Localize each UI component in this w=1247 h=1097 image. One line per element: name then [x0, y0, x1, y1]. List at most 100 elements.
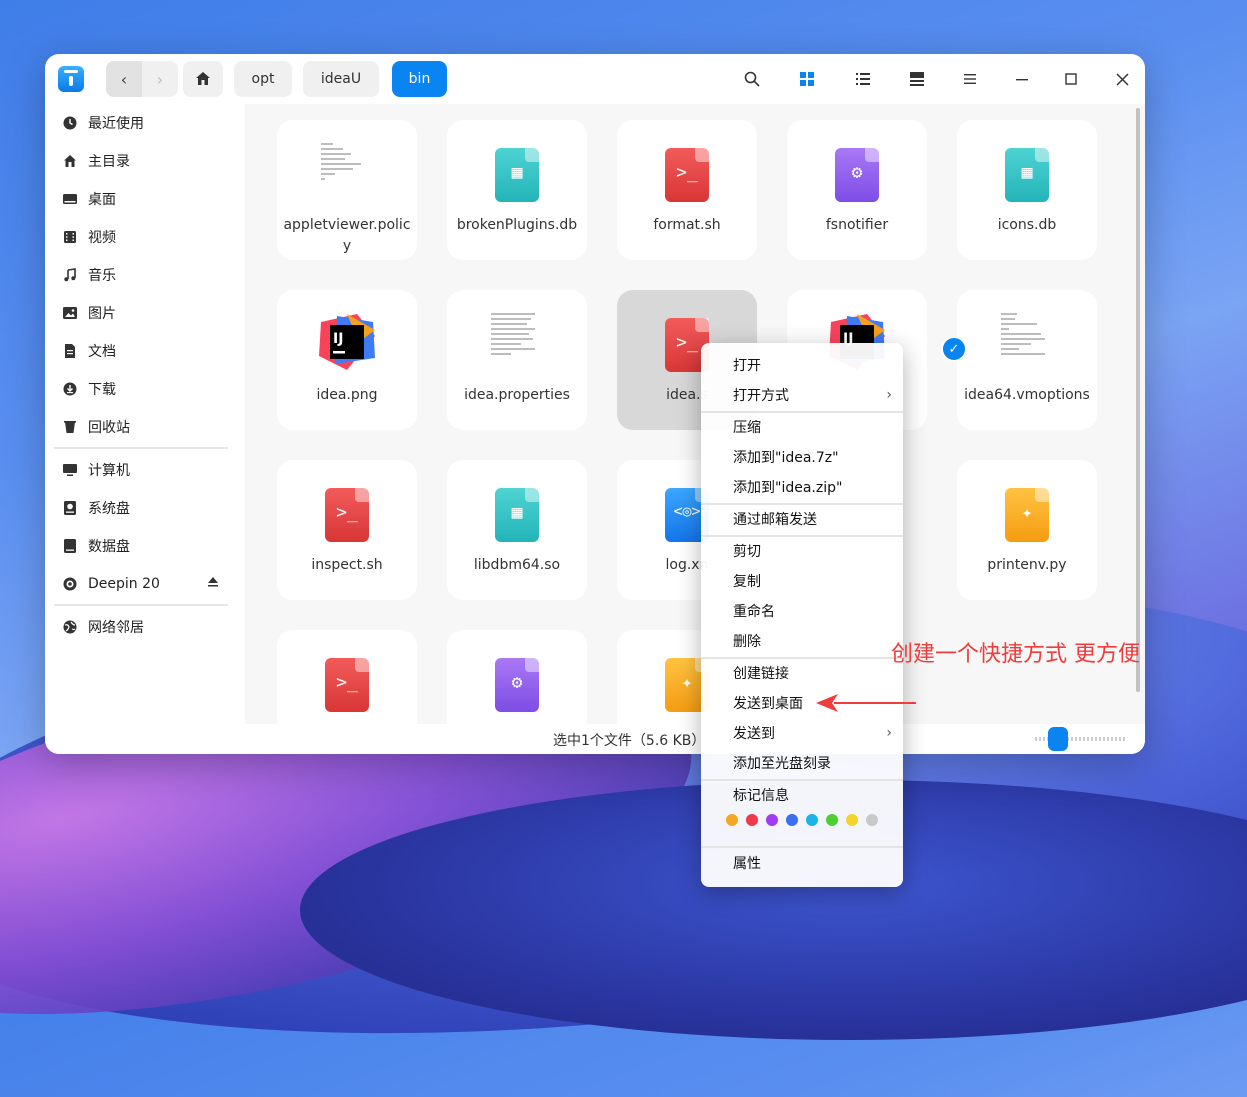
executable-gear-icon: ⚙: [495, 658, 539, 712]
menu-item-create-link[interactable]: 创建链接: [733, 658, 898, 688]
tag-color-gray[interactable]: [866, 814, 878, 826]
maximize-button[interactable]: [1059, 67, 1083, 91]
sidebar-item-label: 下载: [88, 382, 116, 398]
file-grid: appletviewer.policy ▦ brokenPlugins.db >…: [245, 104, 1145, 724]
file-item[interactable]: >_: [277, 630, 417, 724]
menu-item-add-zip[interactable]: 添加到"idea.zip": [733, 472, 898, 502]
menu-item-send-mail[interactable]: 通过邮箱发送: [733, 504, 898, 534]
vertical-scrollbar[interactable]: [1136, 108, 1140, 692]
sidebar-item-label: 图片: [88, 306, 116, 322]
sidebar-item-data-disk[interactable]: 数据盘: [63, 531, 130, 561]
selection-status: 选中1个文件（5.6 KB）: [553, 733, 706, 749]
clock-icon: [63, 116, 77, 130]
sidebar: 最近使用 主目录 桌面 视频 音乐 图片 文档 下载 回收站 计算机 系统盘 数…: [45, 104, 245, 754]
menu-item-open[interactable]: 打开: [733, 350, 898, 380]
breadcrumb-ideau[interactable]: ideaU: [303, 61, 379, 97]
globe-icon: [63, 620, 77, 634]
file-item[interactable]: ⚙: [447, 630, 587, 724]
menu-item-add-7z[interactable]: 添加到"idea.7z": [733, 442, 898, 472]
sidebar-item-label: 音乐: [88, 268, 116, 284]
detail-panel-button[interactable]: [905, 67, 929, 91]
list-view-icon: [856, 73, 870, 85]
tag-color-green[interactable]: [826, 814, 838, 826]
menu-item-burn[interactable]: 添加至光盘刻录: [733, 748, 898, 778]
menu-item-properties[interactable]: 属性: [733, 848, 898, 878]
text-file-icon: [491, 310, 543, 374]
sidebar-item-trash[interactable]: 回收站: [63, 412, 130, 442]
sidebar-item-label: 数据盘: [88, 539, 130, 555]
sidebar-item-home[interactable]: 主目录: [63, 146, 130, 176]
file-item[interactable]: IJ idea.png: [277, 290, 417, 430]
sidebar-item-system-disk[interactable]: 系统盘: [63, 493, 130, 523]
file-item[interactable]: ▦ brokenPlugins.db: [447, 120, 587, 260]
sidebar-item-recent[interactable]: 最近使用: [63, 108, 144, 138]
nav-buttons: ‹ ›: [106, 61, 178, 97]
svg-text:IJ: IJ: [333, 331, 343, 347]
shell-script-icon: >_: [325, 658, 369, 712]
chevron-right-icon: ›: [156, 69, 164, 89]
sidebar-item-network[interactable]: 网络邻居: [63, 612, 144, 642]
home-button[interactable]: [183, 61, 223, 97]
tag-color-orange[interactable]: [726, 814, 738, 826]
file-item[interactable]: ⚙ fsnotifier: [787, 120, 927, 260]
sidebar-item-music[interactable]: 音乐: [63, 260, 116, 290]
eject-icon: [208, 577, 218, 587]
file-item[interactable]: ▦ icons.db: [957, 120, 1097, 260]
tag-color-red[interactable]: [746, 814, 758, 826]
file-item[interactable]: >_ format.sh: [617, 120, 757, 260]
python-file-icon: ✦: [1005, 488, 1049, 542]
file-name: fsnotifier: [825, 217, 889, 233]
menu-item-send-to[interactable]: 发送到 ›: [733, 718, 898, 748]
home-icon: [196, 72, 210, 85]
eject-button[interactable]: [208, 575, 218, 591]
menu-button[interactable]: [958, 67, 982, 91]
file-item[interactable]: ▦ libdbm64.so: [447, 460, 587, 600]
document-icon: [63, 344, 77, 358]
sidebar-item-computer[interactable]: 计算机: [63, 455, 130, 485]
context-menu: 打开 打开方式 › 压缩 添加到"idea.7z" 添加到"idea.zip" …: [701, 343, 903, 887]
sidebar-item-pictures[interactable]: 图片: [63, 298, 116, 328]
tag-color-cyan[interactable]: [806, 814, 818, 826]
file-name: inspect.sh: [311, 557, 383, 573]
tag-color-yellow[interactable]: [846, 814, 858, 826]
menu-item-compress[interactable]: 压缩: [733, 412, 898, 442]
menu-item-open-with[interactable]: 打开方式 ›: [733, 380, 898, 410]
file-item[interactable]: idea.properties: [447, 290, 587, 430]
file-item[interactable]: idea64.vmoptions: [957, 290, 1097, 430]
back-button[interactable]: ‹: [106, 61, 142, 97]
trash-icon: [63, 420, 77, 434]
executable-gear-icon: ⚙: [835, 148, 879, 202]
sidebar-item-desktop[interactable]: 桌面: [63, 184, 116, 214]
annotation-arrow-icon: [816, 694, 916, 712]
menu-item-tag-info[interactable]: 标记信息: [733, 780, 898, 810]
menu-item-cut[interactable]: 剪切: [733, 536, 898, 566]
list-view-button[interactable]: [851, 67, 875, 91]
file-name: idea64.vmoptions: [964, 387, 1090, 403]
tag-color-blue[interactable]: [786, 814, 798, 826]
menu-item-delete[interactable]: 删除: [733, 626, 898, 656]
sidebar-item-label: 文档: [88, 344, 116, 360]
file-manager-logo-icon: [58, 66, 84, 92]
breadcrumb-opt[interactable]: opt: [234, 61, 292, 97]
tag-color-purple[interactable]: [766, 814, 778, 826]
sidebar-item-videos[interactable]: 视频: [63, 222, 116, 252]
sidebar-item-downloads[interactable]: 下载: [63, 374, 116, 404]
status-bar: 选中1个文件（5.6 KB）: [245, 724, 1145, 754]
file-item[interactable]: >_ inspect.sh: [277, 460, 417, 600]
forward-button[interactable]: ›: [142, 61, 178, 97]
minimize-button[interactable]: [1010, 67, 1034, 91]
icon-size-slider-handle[interactable]: [1048, 727, 1068, 751]
icon-view-button[interactable]: [795, 67, 819, 91]
sidebar-item-deepin20[interactable]: Deepin 20: [63, 569, 223, 599]
close-button[interactable]: [1110, 67, 1134, 91]
submenu-arrow-icon: ›: [886, 725, 892, 741]
menu-item-rename[interactable]: 重命名: [733, 596, 898, 626]
search-button[interactable]: [740, 67, 764, 91]
hamburger-menu-icon: [964, 74, 976, 84]
submenu-arrow-icon: ›: [886, 387, 892, 403]
breadcrumb-bin[interactable]: bin: [392, 61, 447, 97]
file-item[interactable]: ✦ printenv.py: [957, 460, 1097, 600]
sidebar-item-documents[interactable]: 文档: [63, 336, 116, 366]
menu-item-copy[interactable]: 复制: [733, 566, 898, 596]
file-item[interactable]: appletviewer.policy: [277, 120, 417, 260]
